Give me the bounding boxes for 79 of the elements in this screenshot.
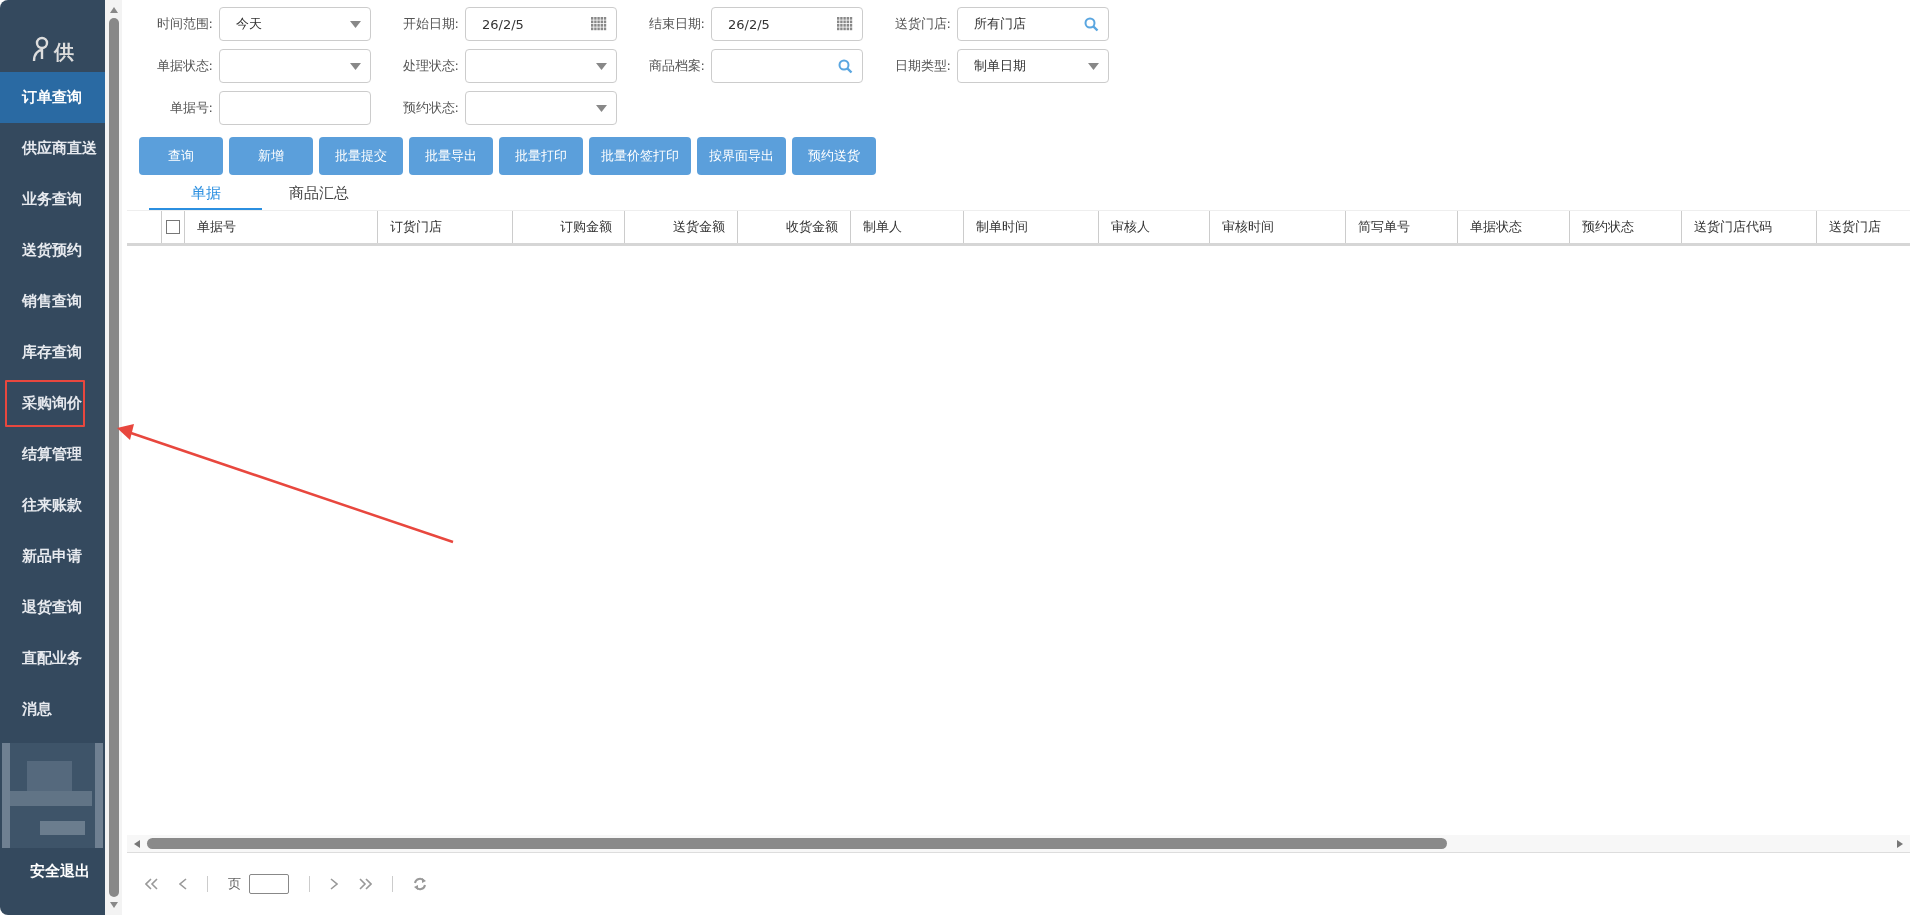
dropdown-caret-icon [350, 20, 361, 28]
field-value: 26/2/5 [728, 16, 771, 32]
sidebar-item[interactable]: 供应商直送 [0, 123, 105, 174]
dropdown-field[interactable]: 今天 [219, 7, 371, 41]
scroll-left-icon[interactable] [133, 838, 141, 849]
column-header: 收货金额 [786, 218, 838, 236]
tab[interactable]: 商品汇总 [262, 182, 375, 210]
filter-label: 时间范围: [155, 15, 214, 33]
horizontal-scrollbar[interactable] [127, 835, 1910, 853]
column-header: 单据号 [197, 218, 236, 236]
previous-page-icon[interactable] [179, 878, 187, 890]
column-header: 送货门店 [1829, 218, 1881, 236]
page-number-field[interactable] [249, 874, 289, 894]
sidebar-item[interactable]: 订单查询 [0, 72, 105, 123]
field-value: 制单日期 [974, 57, 1027, 75]
sidebar-item[interactable]: 往来账款 [0, 480, 105, 531]
filter-label: 单据状态: [155, 57, 214, 75]
date-field[interactable]: 26/2/5 [465, 7, 617, 41]
sidebar-item[interactable]: 新品申请 [0, 531, 105, 582]
logo-text: 供 [54, 42, 74, 62]
scroll-down-icon[interactable] [108, 901, 119, 909]
dropdown-caret-icon [350, 62, 361, 70]
filter-label: 结束日期: [647, 15, 706, 33]
filter-label: 商品档案: [647, 57, 706, 75]
page-label: 页 [228, 875, 241, 893]
logout-link[interactable]: 安全退出 [0, 848, 105, 881]
search-field[interactable]: 所有门店 [957, 7, 1109, 41]
dropdown-field[interactable] [465, 91, 617, 125]
scroll-up-icon[interactable] [108, 6, 119, 14]
select-all-checkbox[interactable] [166, 220, 180, 234]
date-field[interactable]: 26/2/5 [711, 7, 863, 41]
sidebar-item[interactable]: 采购询价 [3, 378, 87, 429]
column-header: 送货金额 [673, 218, 725, 236]
vertical-scrollbar[interactable] [105, 0, 122, 915]
filter-label: 预约状态: [401, 99, 460, 117]
tab[interactable]: 单据 [149, 182, 262, 210]
column-header: 审核人 [1111, 218, 1150, 236]
dropdown-field[interactable] [465, 49, 617, 83]
search-icon [1084, 16, 1099, 32]
column-header: 简写单号 [1358, 218, 1410, 236]
input-field[interactable] [219, 91, 371, 125]
last-page-icon[interactable] [358, 878, 372, 890]
sidebar-item[interactable]: 退货查询 [0, 582, 105, 633]
filter-label: 开始日期: [401, 15, 460, 33]
field-value: 26/2/5 [482, 16, 525, 32]
column-header: 订购金额 [560, 218, 612, 236]
filter-label: 处理状态: [401, 57, 460, 75]
filter-label: 单据号: [168, 99, 214, 117]
sidebar-item[interactable]: 结算管理 [0, 429, 105, 480]
column-header: 制单人 [863, 218, 902, 236]
scroll-right-icon[interactable] [1896, 838, 1904, 849]
dropdown-caret-icon [596, 62, 607, 70]
field-value: 今天 [236, 15, 263, 33]
column-header: 单据状态 [1470, 218, 1522, 236]
sidebar-item[interactable]: 业务查询 [0, 174, 105, 225]
sidebar-item[interactable]: 直配业务 [0, 633, 105, 684]
placeholder-text: 所有门店 [974, 15, 1027, 33]
dropdown-caret-icon [1088, 62, 1099, 70]
dropdown-field[interactable] [219, 49, 371, 83]
column-header: 预约状态 [1582, 218, 1634, 236]
calendar-icon [591, 17, 607, 31]
search-field[interactable] [711, 49, 863, 83]
refresh-icon[interactable] [413, 877, 427, 891]
first-page-icon[interactable] [145, 878, 159, 890]
sidebar-item[interactable]: 送货预约 [0, 225, 105, 276]
calendar-icon [837, 17, 853, 31]
next-page-icon[interactable] [330, 878, 338, 890]
sidebar-item[interactable]: 销售查询 [0, 276, 105, 327]
column-header: 审核时间 [1222, 218, 1274, 236]
column-header: 订货门店 [390, 218, 442, 236]
search-icon [838, 58, 853, 74]
filter-label: 送货门店: [893, 15, 952, 33]
sidebar-item[interactable]: 库存查询 [0, 327, 105, 378]
column-header: 制单时间 [976, 218, 1028, 236]
dropdown-caret-icon [596, 104, 607, 112]
filter-label: 日期类型: [893, 57, 952, 75]
sidebar-item[interactable]: 消息 [0, 684, 105, 735]
column-header: 送货门店代码 [1694, 218, 1772, 236]
dropdown-field[interactable]: 制单日期 [957, 49, 1109, 83]
